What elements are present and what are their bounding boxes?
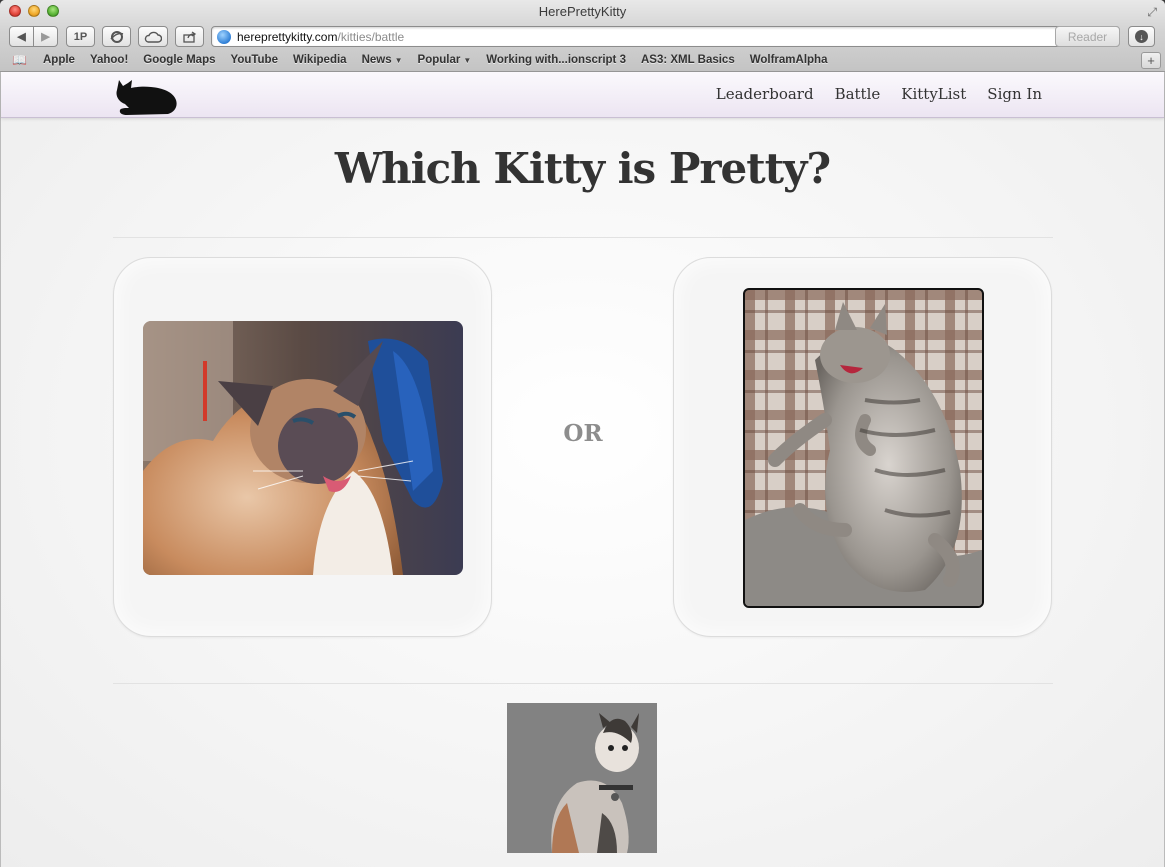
ie-icon (109, 30, 123, 43)
caret-down-icon: ▼ (463, 56, 472, 65)
back-button[interactable]: ◀ (9, 26, 34, 47)
bookmark-yahoo[interactable]: Yahoo! (90, 54, 128, 66)
bookmark-label: AS3: XML Basics (640, 54, 735, 66)
bookmark-label: Working with...ionscript 3 (486, 54, 626, 66)
url-path: /kitties/battle (337, 30, 405, 44)
nav-sign-in[interactable]: Sign In (987, 85, 1042, 103)
nav-leaderboard[interactable]: Leaderboard (716, 85, 814, 103)
share-button[interactable] (175, 26, 204, 47)
download-icon: ↓ (1135, 30, 1148, 43)
bookmark-label: Apple (43, 54, 75, 66)
caret-down-icon: ▼ (394, 56, 403, 65)
address-bar[interactable]: hereprettykitty.com/kitties/battle ↻ (211, 26, 1120, 47)
kitty-card-right[interactable] (673, 257, 1052, 637)
bookmark-label: Popular (417, 54, 461, 66)
ie-tab-button[interactable] (102, 26, 131, 47)
bookmark-apple[interactable]: Apple (43, 54, 75, 66)
forward-button[interactable]: ▶ (33, 26, 58, 47)
kitty-card-left[interactable] (113, 257, 492, 637)
bookmark-label: News (361, 54, 392, 66)
share-icon (182, 30, 196, 43)
url-host: hereprettykitty.com (237, 30, 338, 44)
bookmark-label: WolframAlpha (749, 54, 828, 66)
nav-links: Leaderboard Battle KittyList Sign In (716, 85, 1042, 103)
bookmark-label: YouTube (230, 54, 278, 66)
divider (113, 683, 1053, 684)
reading-list-icon[interactable]: 📖 (12, 53, 28, 67)
forward-arrow-icon: ▶ (41, 31, 50, 43)
cloud-icon (144, 31, 162, 43)
page-viewport: Leaderboard Battle KittyList Sign In Whi… (0, 72, 1165, 867)
bookmark-label: Google Maps (143, 54, 216, 66)
browser-titlebar: HerePrettyKitty ⤢ ◀ ▶ 1P hereprettykitty… (0, 0, 1165, 72)
cat-logo-icon[interactable] (113, 74, 179, 116)
bookmark-label: Wikipedia (292, 54, 347, 66)
globe-icon (217, 30, 231, 44)
bookmark-wolframalpha[interactable]: WolframAlpha (750, 54, 828, 66)
site-navbar: Leaderboard Battle KittyList Sign In (1, 72, 1164, 118)
nav-kittylist[interactable]: KittyList (901, 85, 966, 103)
bookmark-label: Yahoo! (89, 54, 129, 66)
back-arrow-icon: ◀ (17, 31, 26, 43)
bookmarks-bar: 📖 Apple Yahoo! Google Maps YouTube Wikip… (0, 50, 1165, 70)
bookmark-working-with-actionscript[interactable]: Working with...ionscript 3 (486, 54, 626, 66)
kitty-preview-next (507, 703, 657, 853)
icloud-tabs-button[interactable] (138, 26, 168, 47)
bookmark-popular-menu[interactable]: Popular ▼ (418, 54, 472, 66)
fullscreen-icon[interactable]: ⤢ (1147, 5, 1157, 20)
browser-toolbar: ◀ ▶ 1P hereprettykitty.com/kitties/battl… (0, 24, 1165, 48)
bookmark-news-menu[interactable]: News ▼ (362, 54, 403, 66)
kitty-photo-left[interactable] (143, 321, 463, 575)
or-label: OR (563, 420, 603, 447)
divider (113, 237, 1053, 238)
reader-button[interactable]: Reader (1055, 26, 1120, 47)
window-title: HerePrettyKitty (538, 4, 627, 19)
kitty-photo-right[interactable] (743, 288, 984, 608)
page-title: Which Kitty is Pretty? (334, 144, 831, 193)
onepassword-label: 1P (73, 30, 88, 43)
reader-label: Reader (1067, 29, 1108, 44)
url-text: hereprettykitty.com/kitties/battle (237, 30, 404, 44)
bookmark-as3-xml-basics[interactable]: AS3: XML Basics (641, 54, 735, 66)
bookmark-google-maps[interactable]: Google Maps (143, 54, 215, 66)
nav-battle[interactable]: Battle (835, 85, 881, 103)
add-tab-button[interactable]: + (1141, 52, 1161, 69)
browser-window: HerePrettyKitty ⤢ ◀ ▶ 1P hereprettykitty… (0, 0, 1165, 867)
downloads-button[interactable]: ↓ (1128, 26, 1155, 47)
bookmark-wikipedia[interactable]: Wikipedia (293, 54, 347, 66)
bookmark-youtube[interactable]: YouTube (231, 54, 278, 66)
onepassword-button[interactable]: 1P (66, 26, 95, 47)
